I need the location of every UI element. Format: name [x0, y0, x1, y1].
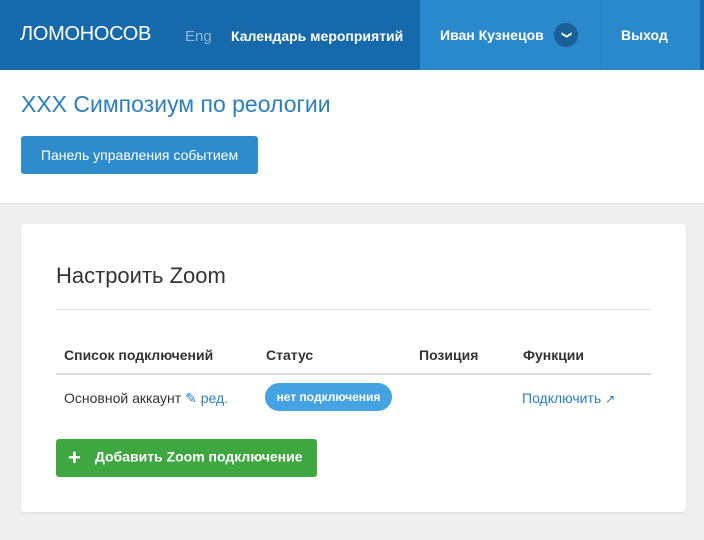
calendar-link[interactable]: Календарь мероприятий	[231, 28, 403, 44]
top-nav: ЛОМОНОСОВ Eng Календарь мероприятий Иван…	[0, 0, 704, 70]
logo[interactable]: ЛОМОНОСОВ	[20, 23, 151, 46]
add-button-label: Добавить Zoom подключение	[94, 448, 303, 465]
logout-button[interactable]: Выход	[600, 0, 700, 70]
plus-icon: +	[68, 445, 81, 470]
column-header-functions: Функции	[523, 347, 585, 363]
pencil-icon: ✎	[185, 390, 197, 406]
user-name: Иван Кузнецов	[440, 27, 544, 43]
event-panel-button[interactable]: Панель управления событием	[21, 136, 258, 174]
status-badge: нет подключения	[265, 383, 392, 411]
add-zoom-connection-button[interactable]: + Добавить Zoom подключение	[56, 439, 317, 477]
column-header-position: Позиция	[419, 347, 479, 363]
edit-label: ред.	[200, 390, 229, 406]
user-menu[interactable]: Иван Кузнецов ❯	[420, 0, 600, 70]
chevron-down-icon[interactable]: ❯	[554, 23, 578, 47]
page-title: XXX Симпозиум по реологии	[21, 91, 331, 117]
event-header: XXX Симпозиум по реологии Панель управле…	[0, 70, 704, 204]
zoom-settings-card: Настроить Zoom Список подключений Статус…	[21, 224, 686, 512]
card-title: Настроить Zoom	[56, 263, 226, 288]
divider	[56, 309, 651, 310]
language-switch[interactable]: Eng	[185, 28, 212, 45]
account-name-cell: Основной аккаунт ✎ ред.	[64, 390, 228, 407]
external-link-icon: ↗	[605, 392, 616, 406]
column-header-status: Статус	[266, 347, 314, 363]
connect-link[interactable]: Подключить ↗	[522, 390, 615, 406]
logout-label: Выход	[621, 27, 668, 43]
column-header-connections: Список подключений	[64, 347, 214, 363]
header-divider	[56, 373, 651, 375]
account-name: Основной аккаунт	[64, 390, 182, 406]
edit-link[interactable]: ✎ ред.	[185, 390, 228, 406]
connect-label: Подключить	[522, 390, 602, 406]
nav-edge	[700, 0, 704, 70]
